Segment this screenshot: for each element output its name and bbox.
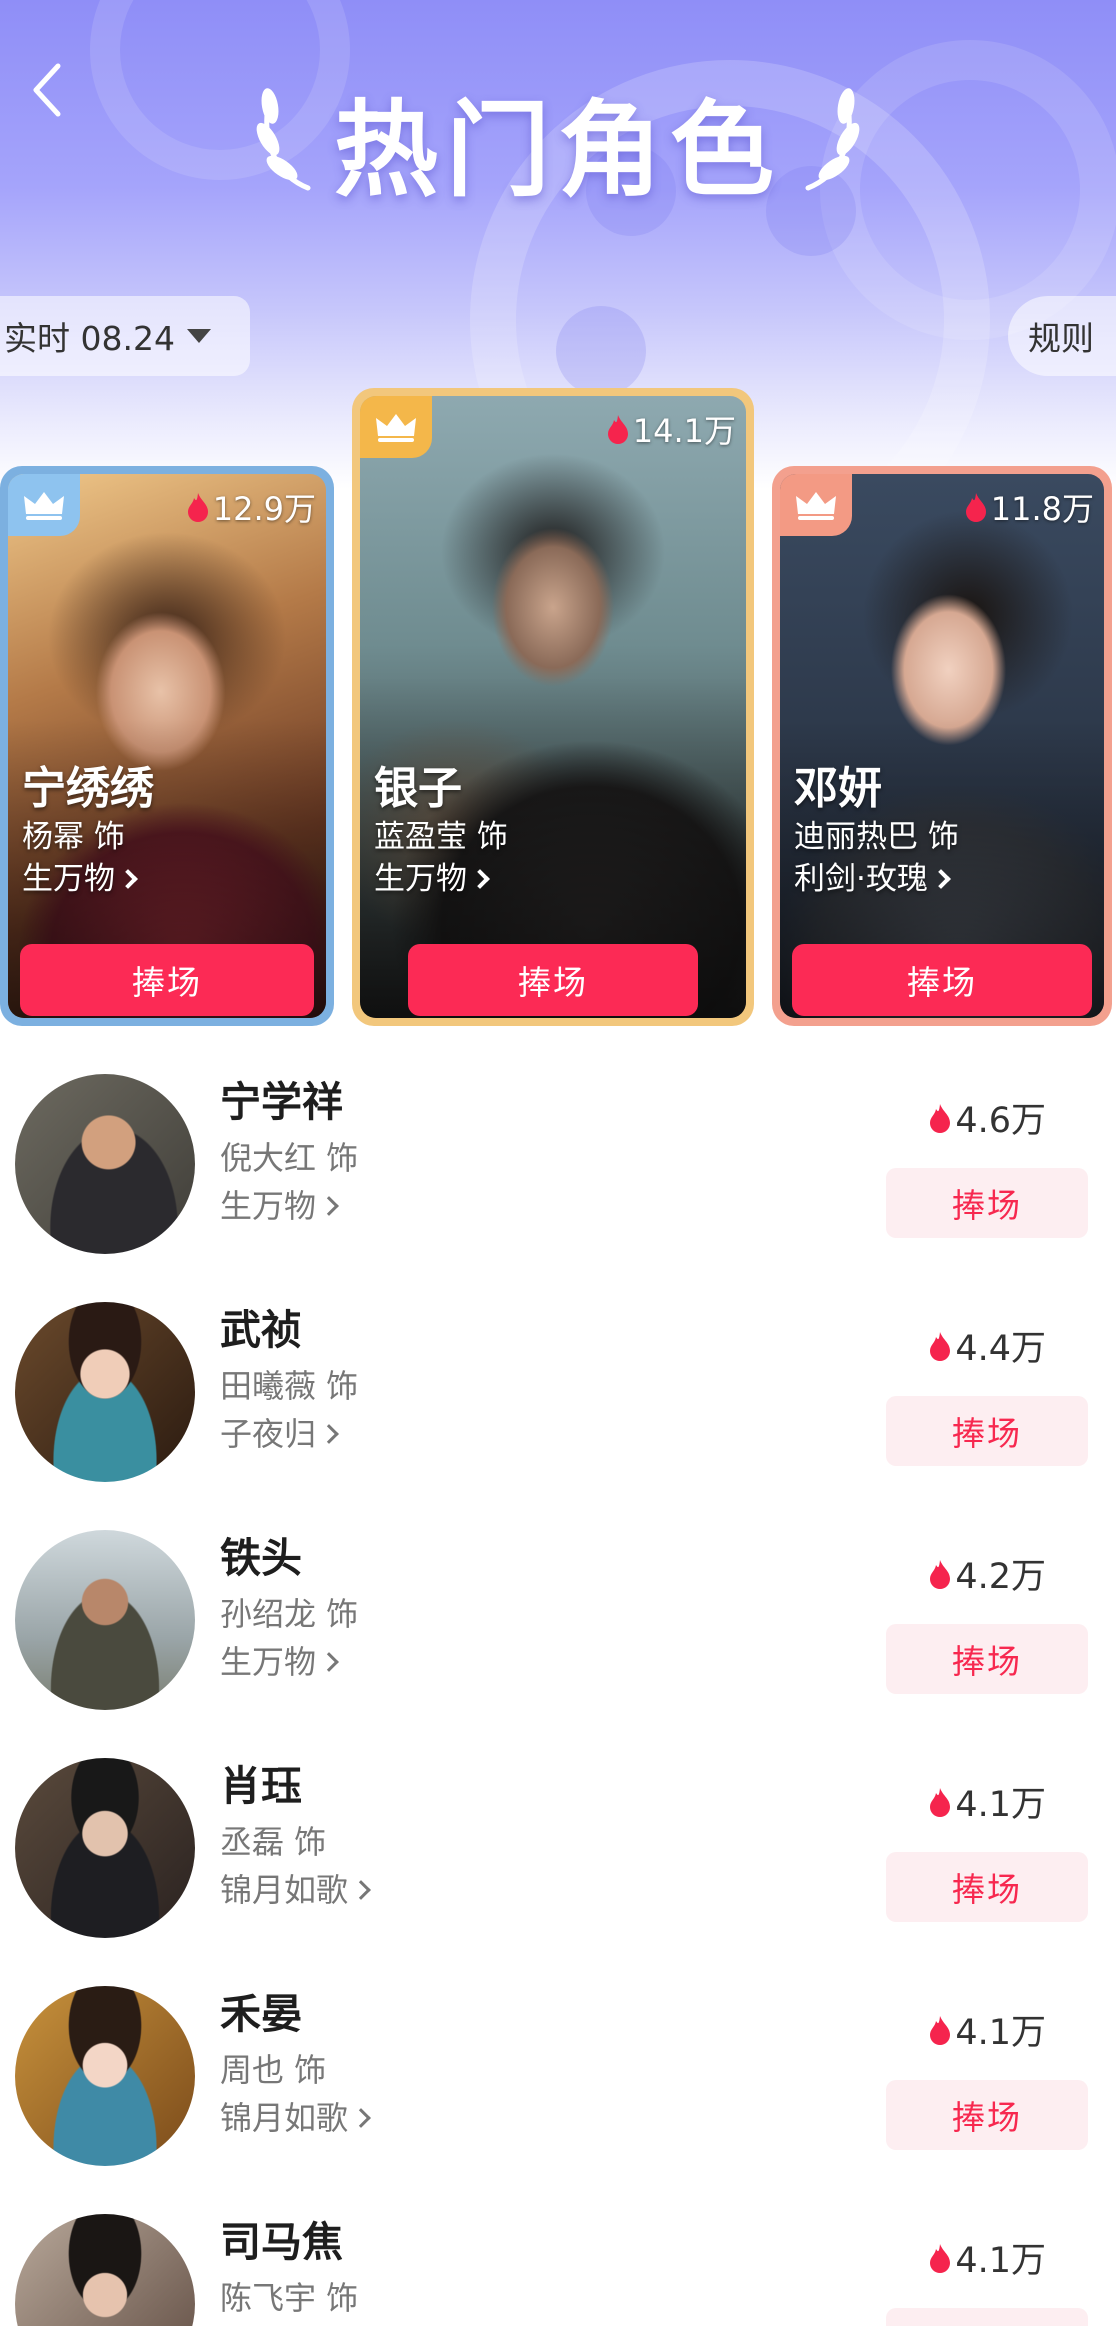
cheer-button[interactable]: 捧场 <box>886 1168 1088 1238</box>
heat-count: 4.1万 <box>929 2004 1046 2055</box>
flame-icon <box>930 1559 951 1589</box>
show-link[interactable]: 锦月如歌 <box>220 2096 371 2140</box>
character-name: 邓妍 <box>794 763 882 814</box>
avatar <box>15 1758 195 1938</box>
heat-count: 4.1万 <box>929 2232 1046 2283</box>
character-name: 武祯 <box>220 1306 302 1354</box>
avatar <box>15 1530 195 1710</box>
list-item[interactable]: 武祯 田曦薇 饰 子夜归 4.4万 捧场 <box>0 1302 1116 1530</box>
rules-label: 规则 <box>1028 319 1094 358</box>
heat-count: 14.1万 <box>607 406 736 452</box>
flame-icon <box>930 1787 951 1817</box>
heat-count: 4.4万 <box>929 1320 1046 1371</box>
chevron-right-icon <box>319 1424 339 1444</box>
laurel-left-icon <box>256 88 311 191</box>
character-name: 铁头 <box>220 1534 302 1582</box>
chevron-right-icon <box>351 1880 371 1900</box>
heat-count: 12.9万 <box>187 484 316 530</box>
cheer-button[interactable]: 捧场 <box>20 944 314 1016</box>
cheer-button[interactable]: 捧场 <box>886 2080 1088 2150</box>
character-name: 肖珏 <box>220 1762 302 1810</box>
character-name: 禾晏 <box>220 1990 302 2038</box>
flame-icon <box>607 415 628 444</box>
rules-button[interactable]: 规则 <box>1008 296 1116 376</box>
title-area: 热门角色 <box>0 70 1116 211</box>
cheer-button[interactable]: 捧场 <box>408 944 698 1016</box>
silver-crown-icon <box>8 474 80 536</box>
list-item[interactable]: 铁头 孙绍龙 饰 生万物 4.2万 捧场 <box>0 1530 1116 1758</box>
cheer-button[interactable]: 捧场 <box>792 944 1092 1016</box>
cheer-button[interactable]: 捧场 <box>886 1396 1088 1466</box>
avatar <box>15 1302 195 1482</box>
flame-icon <box>930 2243 951 2273</box>
avatar <box>15 1986 195 2166</box>
chevron-right-icon <box>351 2108 371 2128</box>
gold-crown-icon <box>360 396 432 458</box>
cheer-button[interactable]: 捧场 <box>886 1852 1088 1922</box>
cheer-button[interactable]: 捧场 <box>886 2308 1088 2326</box>
heat-count: 11.8万 <box>965 484 1094 530</box>
laurel-right-icon <box>805 88 860 191</box>
chevron-right-icon <box>930 869 951 889</box>
actor-name: 蓝盈莹 饰 <box>374 819 508 855</box>
date-label: 实时 08.24 <box>4 319 175 358</box>
chevron-right-icon <box>319 1652 339 1672</box>
flame-icon <box>930 2015 951 2045</box>
show-link[interactable]: 利剑·玫瑰 <box>794 858 1094 900</box>
list-item[interactable]: 肖珏 丞磊 饰 锦月如歌 4.1万 捧场 <box>0 1758 1116 1986</box>
flame-icon <box>965 493 986 522</box>
show-link[interactable]: 锦月如歌 <box>220 1868 371 1912</box>
flame-icon <box>930 1331 951 1361</box>
top-card-rank-1[interactable]: 14.1万 银子 蓝盈莹 饰 生万物 捧场 <box>352 388 754 1026</box>
actor-name: 杨幂 饰 <box>22 819 125 855</box>
caret-down-icon <box>186 329 211 343</box>
heat-count: 4.2万 <box>929 1548 1046 1599</box>
chevron-right-icon <box>118 869 138 889</box>
character-name: 宁学祥 <box>220 1078 343 1126</box>
show-link[interactable]: 生万物 <box>220 1640 339 1684</box>
actor-name: 田曦薇 饰 <box>220 1367 359 1405</box>
actor-name: 孙绍龙 饰 <box>220 1595 359 1633</box>
actor-name: 倪大红 饰 <box>220 1139 359 1177</box>
list-item[interactable]: 宁学祥 倪大红 饰 生万物 4.6万 捧场 <box>0 1074 1116 1302</box>
actor-name: 丞磊 饰 <box>220 1823 327 1861</box>
chevron-right-icon <box>319 1196 339 1216</box>
page-title: 热门角色 <box>333 88 782 211</box>
date-selector[interactable]: 实时 08.24 <box>0 296 250 376</box>
show-link[interactable]: 子夜归 <box>220 1412 339 1456</box>
list-item[interactable]: 司马焦 陈飞宇 饰 4.1万 捧场 <box>0 2214 1116 2326</box>
show-link[interactable]: 生万物 <box>22 858 316 900</box>
top-card-rank-2[interactable]: 12.9万 宁绣绣 杨幂 饰 生万物 捧场 <box>0 466 334 1026</box>
flame-icon <box>930 1103 951 1133</box>
actor-name: 迪丽热巴 饰 <box>794 819 959 855</box>
actor-name: 周也 饰 <box>220 2051 327 2089</box>
character-name: 宁绣绣 <box>22 763 154 814</box>
show-link[interactable]: 生万物 <box>220 1184 339 1228</box>
heat-count: 4.1万 <box>929 1776 1046 1827</box>
character-name: 银子 <box>374 763 462 814</box>
flame-icon <box>187 493 208 522</box>
actor-name: 陈飞宇 饰 <box>220 2279 359 2317</box>
character-name: 司马焦 <box>220 2218 343 2266</box>
chevron-right-icon <box>470 869 490 889</box>
avatar <box>15 2214 195 2326</box>
cheer-button[interactable]: 捧场 <box>886 1624 1088 1694</box>
bronze-crown-icon <box>780 474 852 536</box>
avatar <box>15 1074 195 1254</box>
show-link[interactable]: 生万物 <box>374 858 736 900</box>
top-card-rank-3[interactable]: 11.8万 邓妍 迪丽热巴 饰 利剑·玫瑰 捧场 <box>772 466 1112 1026</box>
list-item[interactable]: 禾晏 周也 饰 锦月如歌 4.1万 捧场 <box>0 1986 1116 2214</box>
heat-count: 4.6万 <box>929 1092 1046 1143</box>
